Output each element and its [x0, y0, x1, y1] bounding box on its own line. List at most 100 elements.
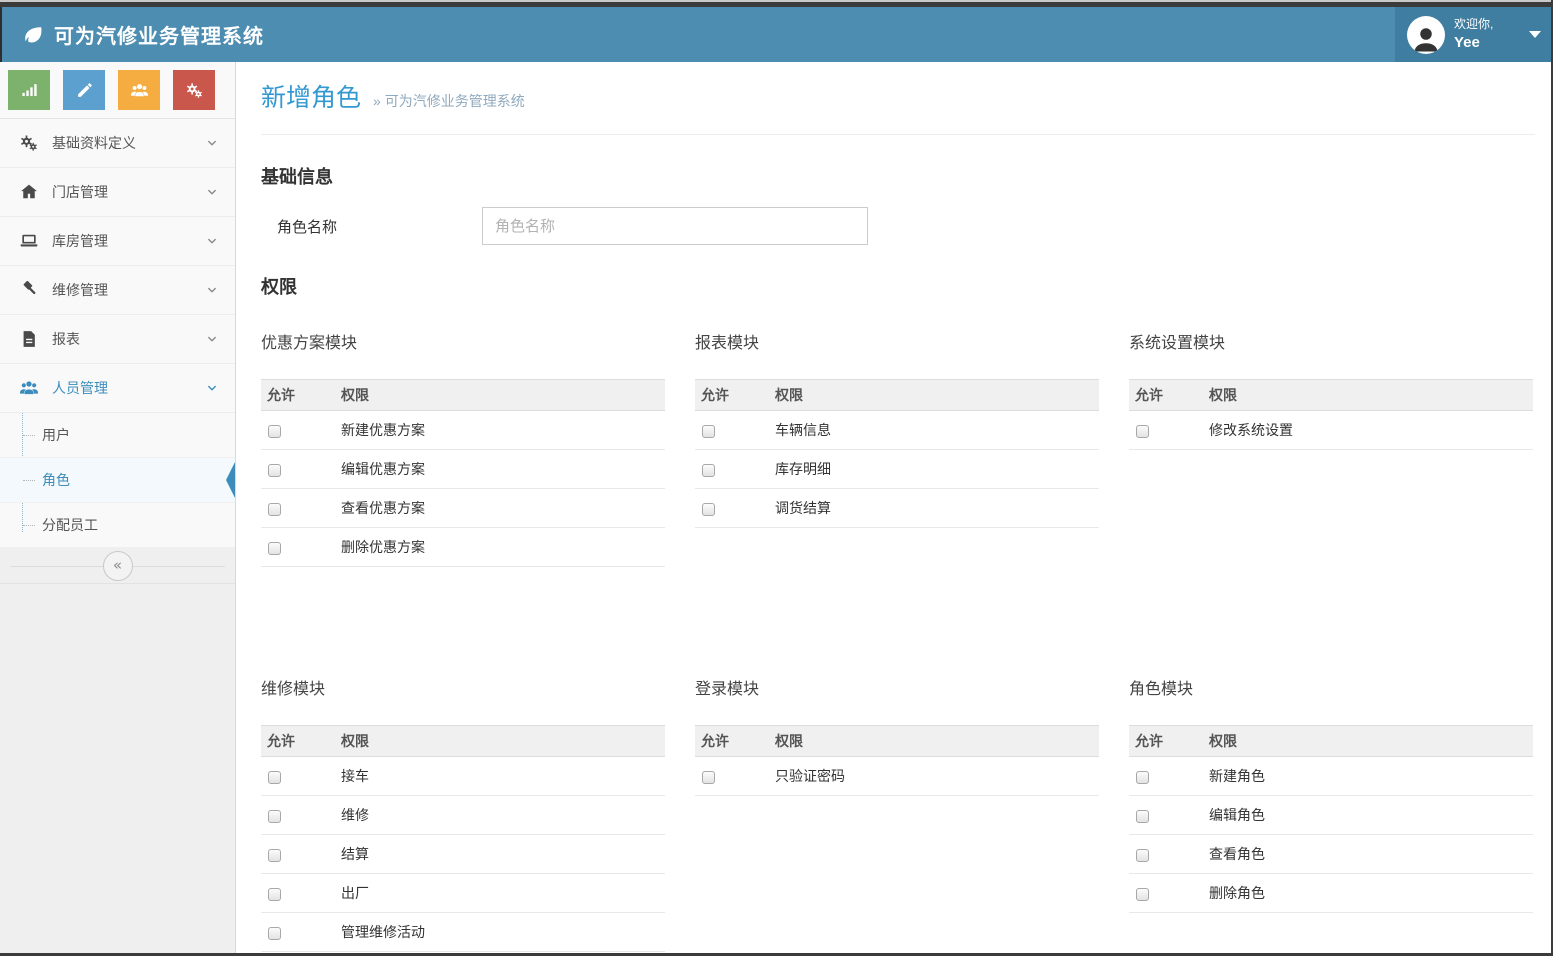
permission-label: 编辑优惠方案 — [336, 450, 665, 489]
allow-checkbox[interactable] — [702, 425, 715, 438]
permission-label: 结算 — [336, 835, 665, 874]
chevron-down-icon — [205, 381, 219, 395]
permission-row: 结算 — [261, 835, 665, 874]
table-header-row: 允许 权限 — [695, 380, 1099, 411]
allow-checkbox[interactable] — [268, 503, 281, 516]
gears-icon — [185, 81, 204, 100]
allow-checkbox[interactable] — [1136, 849, 1149, 862]
permission-label: 删除角色 — [1204, 874, 1533, 913]
permission-row: 库存明细 — [695, 450, 1099, 489]
window-top-edge — [0, 0, 1553, 7]
module-system-settings: 系统设置模块 允许 权限 修改系统设置 — [1129, 329, 1533, 450]
permission-column-header: 权限 — [770, 380, 1099, 411]
allow-checkbox[interactable] — [1136, 425, 1149, 438]
allow-checkbox[interactable] — [1136, 888, 1149, 901]
allow-column-header: 允许 — [1129, 380, 1204, 411]
permission-row: 维修 — [261, 796, 665, 835]
users-icon — [18, 378, 40, 398]
sidebar-item-base-data[interactable]: 基础资料定义 — [0, 119, 235, 168]
table-header-row: 允许 权限 — [695, 726, 1099, 757]
permission-row: 出厂 — [261, 874, 665, 913]
home-icon — [18, 182, 40, 202]
sidebar-subitem-label: 角色 — [42, 470, 70, 490]
module-title: 优惠方案模块 — [261, 329, 665, 353]
allow-checkbox[interactable] — [268, 927, 281, 940]
permission-label: 新建优惠方案 — [336, 411, 665, 450]
leaf-icon — [22, 24, 44, 46]
sidebar-menu: 基础资料定义门店管理库房管理维修管理报表人员管理 — [0, 119, 235, 413]
permission-table: 允许 权限 接车 维修 结算 出厂 管理维修活动 回访 — [261, 725, 665, 953]
sidebar-item-warehouse[interactable]: 库房管理 — [0, 217, 235, 266]
allow-checkbox[interactable] — [268, 771, 281, 784]
sidebar-subitem-roles[interactable]: 角色 — [0, 458, 235, 503]
allow-checkbox[interactable] — [268, 849, 281, 862]
sidebar-subitem-users[interactable]: 用户 — [0, 413, 235, 458]
allow-checkbox[interactable] — [702, 771, 715, 784]
chevron-down-icon — [205, 185, 219, 199]
avatar — [1407, 16, 1445, 54]
allow-checkbox[interactable] — [268, 542, 281, 555]
permission-label: 管理维修活动 — [336, 913, 665, 952]
permission-column-header: 权限 — [770, 726, 1099, 757]
permission-label: 删除优惠方案 — [336, 528, 665, 567]
shortcut-edit-button[interactable] — [63, 70, 105, 110]
sidebar-collapse-button[interactable]: « — [103, 551, 133, 581]
module-title: 系统设置模块 — [1129, 329, 1533, 353]
permission-row: 接车 — [261, 757, 665, 796]
sidebar-collapse-strip: « — [0, 548, 235, 584]
sidebar-item-staff[interactable]: 人员管理 — [0, 364, 235, 413]
role-name-label: 角色名称 — [261, 216, 482, 237]
allow-checkbox[interactable] — [268, 810, 281, 823]
gavel-icon — [18, 280, 40, 300]
permission-row: 调货结算 — [695, 489, 1099, 528]
sidebar-item-reports[interactable]: 报表 — [0, 315, 235, 364]
users-icon — [130, 81, 149, 100]
allow-column-header: 允许 — [261, 380, 336, 411]
permission-label: 库存明细 — [770, 450, 1099, 489]
module-title: 维修模块 — [261, 675, 665, 699]
allow-checkbox[interactable] — [702, 464, 715, 477]
shortcut-staff-button[interactable] — [118, 70, 160, 110]
permission-label: 出厂 — [336, 874, 665, 913]
allow-checkbox[interactable] — [268, 464, 281, 477]
sidebar-item-repair[interactable]: 维修管理 — [0, 266, 235, 315]
permission-label: 维修 — [336, 796, 665, 835]
module-title: 报表模块 — [695, 329, 1099, 353]
user-menu[interactable]: 欢迎你, Yee — [1395, 7, 1553, 62]
pencil-icon — [75, 81, 94, 100]
allow-checkbox[interactable] — [268, 425, 281, 438]
permission-modules-grid: 优惠方案模块 允许 权限 新建优惠方案 编辑优惠方案 查看优惠方案 删除优惠方案… — [261, 329, 1535, 953]
main-content: 新增角色 » 可为汽修业务管理系统 基础信息 角色名称 权限 优惠方案模块 允许… — [236, 62, 1553, 953]
shortcut-settings-button[interactable] — [173, 70, 215, 110]
sidebar: 基础资料定义门店管理库房管理维修管理报表人员管理 用户角色分配员工 « — [0, 62, 236, 953]
sidebar-item-stores[interactable]: 门店管理 — [0, 168, 235, 217]
brand-logo[interactable]: 可为汽修业务管理系统 — [0, 20, 264, 49]
permission-label: 修改系统设置 — [1204, 411, 1533, 450]
app-title: 可为汽修业务管理系统 — [54, 20, 264, 49]
permission-row: 编辑角色 — [1129, 796, 1533, 835]
permission-table: 允许 权限 只验证密码 — [695, 725, 1099, 796]
sidebar-item-label: 库房管理 — [52, 231, 108, 251]
allow-checkbox[interactable] — [1136, 771, 1149, 784]
sidebar-subitem-assign-staff[interactable]: 分配员工 — [0, 503, 235, 548]
permission-row: 修改系统设置 — [1129, 411, 1533, 450]
allow-checkbox[interactable] — [1136, 810, 1149, 823]
allow-checkbox[interactable] — [268, 888, 281, 901]
permission-table: 允许 权限 车辆信息 库存明细 调货结算 — [695, 379, 1099, 528]
user-name: Yee — [1454, 33, 1493, 53]
page-header: 新增角色 » 可为汽修业务管理系统 — [261, 62, 1535, 135]
allow-checkbox[interactable] — [702, 503, 715, 516]
module-title: 角色模块 — [1129, 675, 1533, 699]
bar-chart-icon — [20, 81, 39, 100]
permission-column-header: 权限 — [336, 380, 665, 411]
sidebar-item-label: 维修管理 — [52, 280, 108, 300]
permission-table: 允许 权限 新建角色 编辑角色 查看角色 删除角色 — [1129, 725, 1533, 913]
table-header-row: 允许 权限 — [261, 726, 665, 757]
role-name-input[interactable] — [482, 207, 868, 245]
permission-label: 调货结算 — [770, 489, 1099, 528]
chevron-down-icon — [205, 136, 219, 150]
permission-label: 查看角色 — [1204, 835, 1533, 874]
permission-label: 新建角色 — [1204, 757, 1533, 796]
sidebar-shortcuts — [0, 62, 235, 119]
shortcut-stats-button[interactable] — [8, 70, 50, 110]
